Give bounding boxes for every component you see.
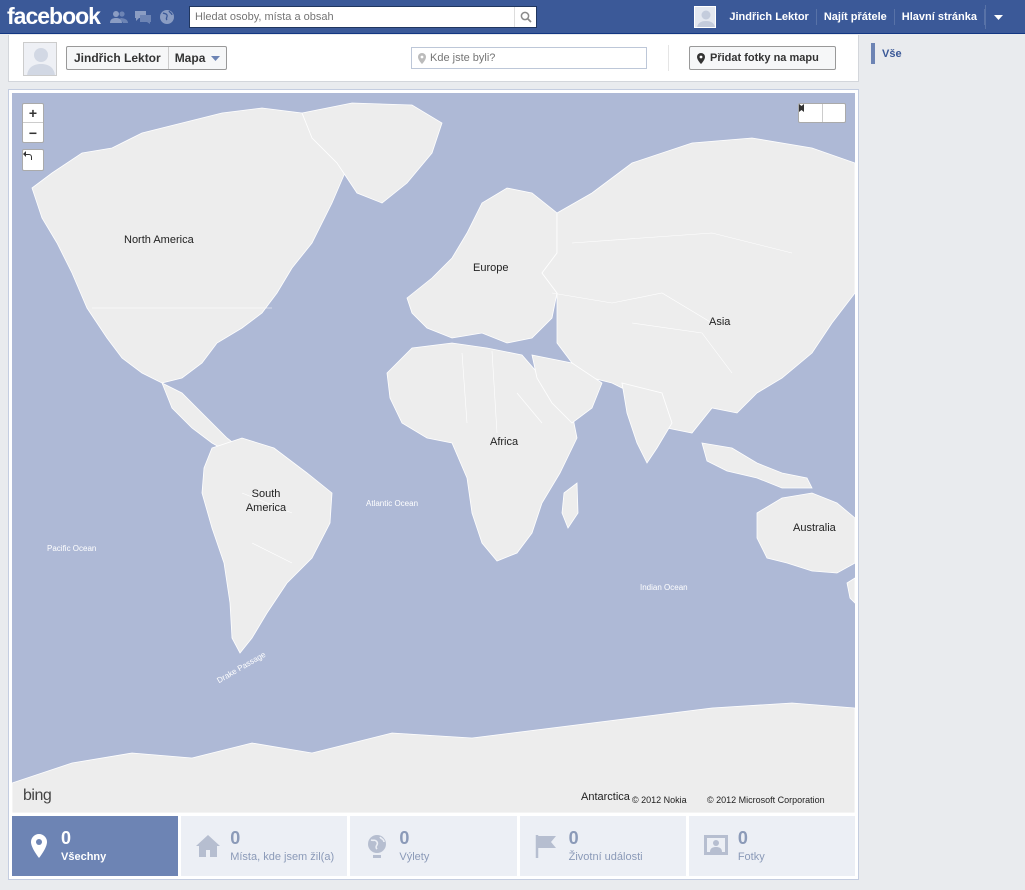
tab-photos[interactable]: 0 Fotky	[688, 816, 856, 876]
find-friends-link[interactable]: Najít přátele	[817, 9, 895, 25]
search-box[interactable]	[189, 6, 537, 28]
map-pin-icon	[24, 831, 54, 861]
undo-arrow-icon	[23, 151, 32, 160]
photos-icon	[701, 831, 731, 861]
tab-count: 0	[61, 828, 72, 848]
tab-count: 0	[230, 828, 241, 848]
header-divider	[668, 45, 669, 71]
zoom-out-button[interactable]: −	[23, 123, 43, 142]
tab-label: Místa, kde jsem žil(a)	[230, 851, 335, 863]
label-north-america: North America	[124, 234, 194, 246]
search-input[interactable]	[190, 7, 510, 27]
tab-all[interactable]: 0 Všechny	[12, 816, 179, 876]
profile-avatar[interactable]	[23, 42, 57, 76]
tab-places-lived[interactable]: 0 Místa, kde jsem žil(a)	[181, 816, 348, 876]
notification-jewels	[110, 9, 176, 25]
label-africa: Africa	[490, 436, 519, 448]
label-atlantic-ocean: Atlantic Ocean	[366, 499, 419, 508]
label-indian-ocean: Indian Ocean	[640, 583, 688, 592]
flag-icon	[532, 831, 562, 861]
tab-label: Výlety	[399, 851, 430, 863]
world-map[interactable]: North America Europe Asia Africa South A…	[12, 93, 855, 813]
zoom-control: + −	[22, 103, 44, 143]
section-chevron-down-icon	[211, 55, 221, 61]
home-link[interactable]: Hlavní stránka	[895, 9, 985, 25]
add-photos-to-map-button[interactable]: Přidat fotky na mapu	[689, 46, 836, 70]
sidebar-item-label: Vše	[882, 47, 902, 60]
where-input[interactable]	[430, 52, 630, 64]
label-europe: Europe	[473, 262, 509, 274]
where-have-you-been-field[interactable]	[411, 47, 647, 69]
top-bar: facebook Jindřich Lektor Najít přátele H…	[0, 0, 1025, 34]
world-map-graphic	[12, 102, 855, 813]
tab-trips[interactable]: 0 Výlety	[350, 816, 517, 876]
label-australia: Australia	[793, 522, 836, 534]
new-zealand-landmass	[846, 577, 855, 604]
label-antarctica: Antarctica	[581, 791, 630, 803]
user-avatar-small[interactable]	[694, 6, 717, 28]
section-selector[interactable]: Mapa	[169, 47, 227, 69]
tab-label: Všechny	[61, 851, 107, 863]
breadcrumb: Jindřich Lektor Mapa	[66, 46, 228, 70]
filter-tabs: 0 Všechny 0 Místa, kde jsem žil(a) 0 Výl…	[12, 816, 856, 876]
house-icon	[193, 831, 223, 861]
facebook-logo[interactable]: facebook	[7, 3, 101, 30]
add-photos-label: Přidat fotky na mapu	[710, 52, 819, 64]
friend-requests-icon[interactable]	[110, 9, 128, 25]
tab-count: 0	[399, 828, 410, 848]
next-arrow-icon[interactable]	[799, 104, 846, 122]
copyright-nokia: © 2012 Nokia	[632, 795, 687, 805]
tab-count: 0	[737, 828, 748, 848]
label-asia: Asia	[709, 316, 731, 328]
copyright-microsoft: © 2012 Microsoft Corporation	[707, 795, 825, 805]
southeast-asia-islands	[701, 442, 813, 489]
tab-count: 0	[568, 828, 579, 848]
south-america-landmass	[201, 437, 333, 654]
section-label: Mapa	[174, 51, 206, 65]
search-icon[interactable]	[514, 7, 536, 27]
tab-life-events[interactable]: 0 Životní události	[519, 816, 686, 876]
location-pin-icon	[418, 52, 426, 64]
globe-icon	[362, 831, 392, 861]
breadcrumb-profile-name[interactable]: Jindřich Lektor	[67, 47, 169, 69]
map-header: Jindřich Lektor Mapa Přidat fotky na map…	[8, 35, 859, 82]
account-menu-chevron-down-icon[interactable]	[985, 5, 1011, 29]
map-pin-icon	[697, 52, 705, 64]
map-card: North America Europe Asia Africa South A…	[8, 89, 859, 880]
label-south-america: South America	[245, 488, 287, 514]
top-navigation: Jindřich Lektor Najít přátele Hlavní str…	[694, 5, 1003, 29]
tab-label: Fotky	[737, 851, 765, 863]
zoom-in-button[interactable]: +	[23, 104, 43, 124]
bing-logo: bing	[23, 787, 52, 804]
profile-link[interactable]: Jindřich Lektor	[722, 9, 817, 25]
reset-view-button[interactable]	[22, 149, 44, 171]
map-pager	[798, 103, 846, 123]
madagascar-landmass	[561, 482, 579, 529]
label-pacific-ocean: Pacific Ocean	[47, 544, 97, 553]
tab-label: Životní události	[568, 851, 643, 863]
messages-icon[interactable]	[134, 9, 152, 25]
notifications-globe-icon[interactable]	[158, 9, 176, 25]
sidebar-item-all[interactable]: Vše	[871, 43, 902, 64]
